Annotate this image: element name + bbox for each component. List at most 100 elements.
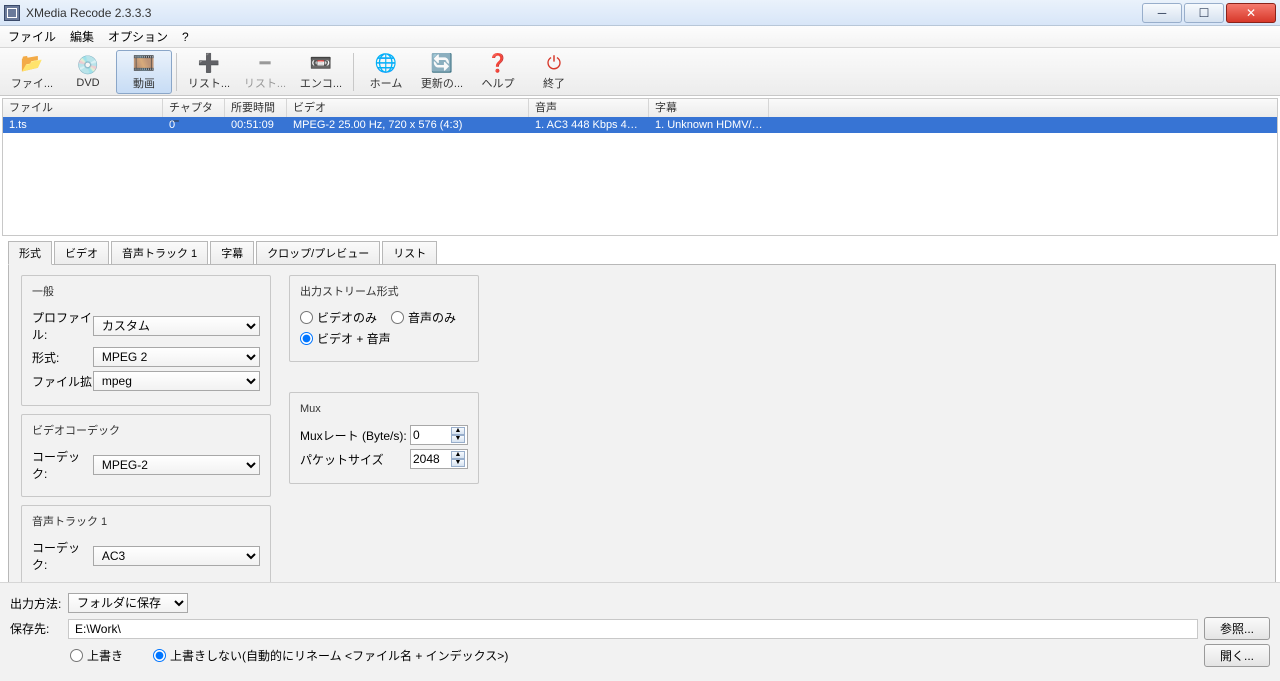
legend-mux: Mux bbox=[296, 403, 325, 415]
tool-remove-list[interactable]: ━リスト... bbox=[237, 50, 293, 94]
cell-video: MPEG-2 25.00 Hz, 720 x 576 (4:3) bbox=[287, 117, 529, 133]
tool-file[interactable]: 📂ファイ... bbox=[4, 50, 60, 94]
refresh-icon: 🔄 bbox=[431, 52, 453, 74]
tab-subtitle[interactable]: 字幕 bbox=[210, 241, 254, 265]
col-video[interactable]: ビデオ bbox=[287, 99, 529, 117]
select-ext[interactable]: mpeg bbox=[93, 371, 260, 391]
tool-dvd[interactable]: 💿DVD bbox=[60, 50, 116, 94]
tool-addlist-label: リスト... bbox=[188, 75, 230, 91]
radio-both[interactable] bbox=[300, 332, 313, 345]
browse-button[interactable]: 参照... bbox=[1204, 617, 1270, 640]
tool-update-label: 更新の... bbox=[421, 75, 463, 91]
tool-exit[interactable]: ⏻終了 bbox=[526, 50, 582, 94]
legend-videocodec: ビデオコーデック bbox=[28, 422, 124, 438]
tool-update[interactable]: 🔄更新の... bbox=[414, 50, 470, 94]
legend-general: 一般 bbox=[28, 283, 58, 299]
tool-help-label: ヘルプ bbox=[482, 75, 515, 91]
plus-icon: ➕ bbox=[198, 52, 220, 74]
cell-audio: 1. AC3 448 Kbps 4800... bbox=[529, 117, 649, 133]
format-panel: 一般 プロファイル:カスタム 形式:MPEG 2 ファイル拡mpeg ビデオコー… bbox=[8, 264, 1276, 604]
input-muxrate[interactable] bbox=[413, 426, 449, 444]
col-subtitle[interactable]: 字幕 bbox=[649, 99, 769, 117]
spin-up-icon[interactable]: ▲ bbox=[451, 427, 465, 435]
globe-icon: 🌐 bbox=[375, 52, 397, 74]
radio-audio-only[interactable] bbox=[391, 311, 404, 324]
tool-file-label: ファイ... bbox=[11, 75, 53, 91]
spin-down-icon[interactable]: ▼ bbox=[451, 435, 465, 443]
group-general: 一般 プロファイル:カスタム 形式:MPEG 2 ファイル拡mpeg bbox=[21, 275, 271, 406]
spin-down-icon[interactable]: ▼ bbox=[451, 459, 465, 467]
window-title: XMedia Recode 2.3.3.3 bbox=[26, 6, 151, 20]
input-pktsize[interactable] bbox=[413, 450, 449, 468]
legend-audiotrack: 音声トラック 1 bbox=[28, 513, 111, 529]
select-profile[interactable]: カスタム bbox=[93, 316, 260, 336]
radio-overwrite[interactable] bbox=[70, 649, 83, 662]
menu-options[interactable]: オプション bbox=[108, 28, 168, 45]
tool-exit-label: 終了 bbox=[543, 75, 565, 91]
menu-edit[interactable]: 編集 bbox=[70, 28, 94, 45]
tool-add-list[interactable]: ➕リスト... bbox=[181, 50, 237, 94]
col-file[interactable]: ファイル bbox=[3, 99, 163, 117]
minus-icon: ━ bbox=[254, 52, 276, 74]
menu-file[interactable]: ファイル bbox=[8, 28, 56, 45]
tool-home[interactable]: 🌐ホーム bbox=[358, 50, 414, 94]
cell-chapter: 0 bbox=[163, 117, 225, 133]
recorder-icon: 📼 bbox=[310, 52, 332, 74]
col-chapter[interactable]: チャプター bbox=[163, 99, 225, 117]
group-videocodec: ビデオコーデック コーデック:MPEG-2 bbox=[21, 414, 271, 497]
file-table-body: 1.ts 0 00:51:09 MPEG-2 25.00 Hz, 720 x 5… bbox=[3, 117, 1277, 235]
radio-video-only[interactable] bbox=[300, 311, 313, 324]
tool-encode[interactable]: 📼エンコ... bbox=[293, 50, 349, 94]
tool-dvd-label: DVD bbox=[76, 77, 99, 89]
toolbar: 📂ファイ... 💿DVD 🎞️動画 ➕リスト... ━リスト... 📼エンコ..… bbox=[0, 48, 1280, 96]
label-pktsize: パケットサイズ bbox=[300, 451, 410, 468]
label-ext: ファイル拡 bbox=[32, 373, 93, 390]
tab-audio1[interactable]: 音声トラック 1 bbox=[111, 241, 208, 265]
group-mux: Mux Muxレート (Byte/s): ▲▼ パケットサイズ ▲▼ bbox=[289, 392, 479, 484]
label-overwrite: 上書き bbox=[87, 647, 123, 664]
folder-open-icon: 📂 bbox=[21, 52, 43, 74]
table-row[interactable]: 1.ts 0 00:51:09 MPEG-2 25.00 Hz, 720 x 5… bbox=[3, 117, 1277, 133]
legend-outstream: 出力ストリーム形式 bbox=[296, 283, 403, 299]
menu-help[interactable]: ? bbox=[182, 30, 189, 44]
label-both: ビデオ + 音声 bbox=[317, 330, 391, 347]
tab-crop[interactable]: クロップ/プレビュー bbox=[256, 241, 380, 265]
tool-help[interactable]: ❓ヘルプ bbox=[470, 50, 526, 94]
spin-pktsize[interactable]: ▲▼ bbox=[410, 449, 468, 469]
select-acodec[interactable]: AC3 bbox=[93, 546, 260, 566]
label-noover: 上書きしない(自動的にリネーム <ファイル名 + インデックス>) bbox=[170, 647, 508, 664]
label-acodec: コーデック: bbox=[32, 539, 93, 573]
path-saveto: E:\Work\ bbox=[68, 619, 1198, 639]
disc-icon: 💿 bbox=[77, 54, 99, 76]
group-outstream: 出力ストリーム形式 ビデオのみ 音声のみ ビデオ + 音声 bbox=[289, 275, 479, 362]
menubar: ファイル 編集 オプション ? bbox=[0, 26, 1280, 48]
maximize-button[interactable]: ☐ bbox=[1184, 3, 1224, 23]
tab-list[interactable]: リスト bbox=[382, 241, 437, 265]
radio-noover[interactable] bbox=[153, 649, 166, 662]
spin-up-icon[interactable]: ▲ bbox=[451, 451, 465, 459]
cell-file: 1.ts bbox=[3, 117, 163, 133]
tab-video[interactable]: ビデオ bbox=[54, 241, 109, 265]
file-table: ファイル チャプター 所要時間 ビデオ 音声 字幕 1.ts 0 00:51:0… bbox=[2, 98, 1278, 236]
tab-format[interactable]: 形式 bbox=[8, 241, 52, 265]
open-button[interactable]: 開く... bbox=[1204, 644, 1270, 667]
cell-duration: 00:51:09 bbox=[225, 117, 287, 133]
app-icon bbox=[4, 5, 20, 21]
label-vcodec: コーデック: bbox=[32, 448, 93, 482]
spin-muxrate[interactable]: ▲▼ bbox=[410, 425, 468, 445]
col-audio[interactable]: 音声 bbox=[529, 99, 649, 117]
tool-encode-label: エンコ... bbox=[300, 75, 342, 91]
tool-movie[interactable]: 🎞️動画 bbox=[116, 50, 172, 94]
group-audiotrack: 音声トラック 1 コーデック:AC3 bbox=[21, 505, 271, 588]
select-outmethod[interactable]: フォルダに保存 bbox=[68, 593, 188, 613]
col-duration[interactable]: 所要時間 bbox=[225, 99, 287, 117]
label-format: 形式: bbox=[32, 349, 93, 366]
power-icon: ⏻ bbox=[543, 52, 565, 74]
select-format[interactable]: MPEG 2 bbox=[93, 347, 260, 367]
toolbar-separator bbox=[353, 53, 354, 91]
select-vcodec[interactable]: MPEG-2 bbox=[93, 455, 260, 475]
minimize-button[interactable]: ─ bbox=[1142, 3, 1182, 23]
label-profile: プロファイル: bbox=[32, 309, 93, 343]
label-audio-only: 音声のみ bbox=[408, 309, 456, 326]
close-button[interactable]: ✕ bbox=[1226, 3, 1276, 23]
